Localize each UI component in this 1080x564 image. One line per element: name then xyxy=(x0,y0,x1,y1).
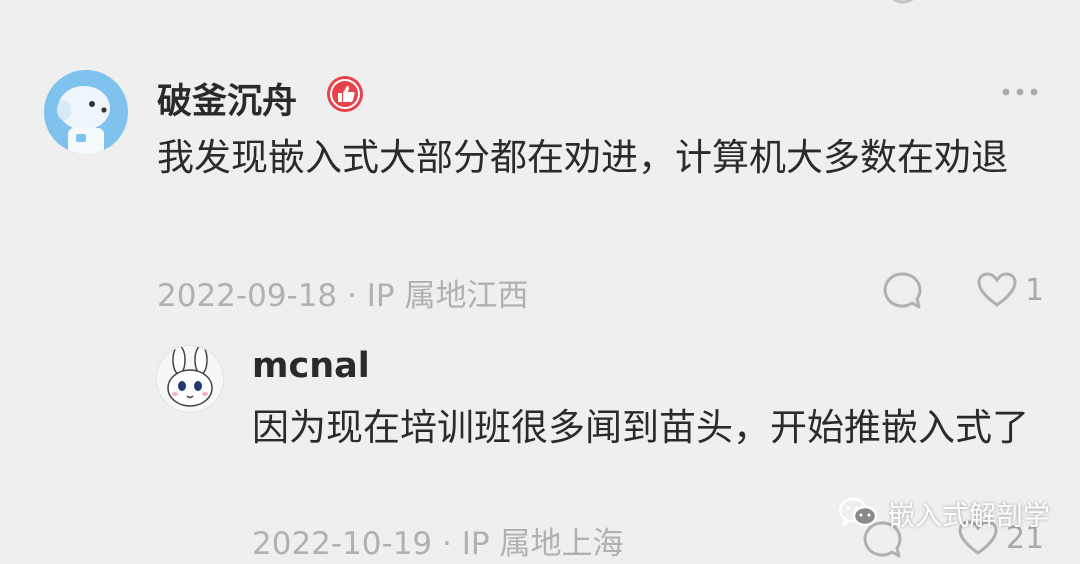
reply-icon[interactable] xyxy=(881,271,923,315)
heart-icon xyxy=(977,272,1017,307)
previous-comment-icons-partial xyxy=(892,0,914,4)
wechat-icon xyxy=(838,497,878,527)
reply-date: 2022-10-19 xyxy=(252,526,433,562)
reply-author[interactable]: mcnal xyxy=(252,346,370,386)
comment-meta: 2022-09-18 · IP 属地江西 xyxy=(157,270,528,315)
watermark-label: 嵌入式解剖学 xyxy=(888,500,1050,532)
meta-separator: · xyxy=(347,278,367,314)
like-button[interactable]: 1 xyxy=(977,272,1044,308)
more-dots-icon[interactable] xyxy=(1000,84,1040,104)
comment-location: IP 属地江西 xyxy=(366,278,529,314)
reply-avatar[interactable] xyxy=(156,345,224,413)
comment-author[interactable]: 破釜沉舟 xyxy=(157,73,297,124)
bunny-avatar-icon xyxy=(157,346,223,412)
reply-location: IP 属地上海 xyxy=(461,526,624,562)
watermark: 嵌入式解剖学 xyxy=(838,493,1050,533)
comment-text: 我发现嵌入式大部分都在劝进，计算机大多数在劝退 xyxy=(157,136,1008,179)
reply-meta: 2022-10-19 · IP 属地上海 xyxy=(252,518,623,563)
astronaut-avatar-icon xyxy=(44,70,128,154)
avatar[interactable] xyxy=(44,70,128,154)
thumbs-up-badge-icon xyxy=(326,75,364,117)
comment-date: 2022-09-18 xyxy=(157,278,338,314)
meta-separator: · xyxy=(442,526,462,562)
like-count: 1 xyxy=(1025,272,1045,308)
reply-text: 因为现在培训班很多闻到苗头，开始推嵌入式了 xyxy=(252,406,1029,449)
